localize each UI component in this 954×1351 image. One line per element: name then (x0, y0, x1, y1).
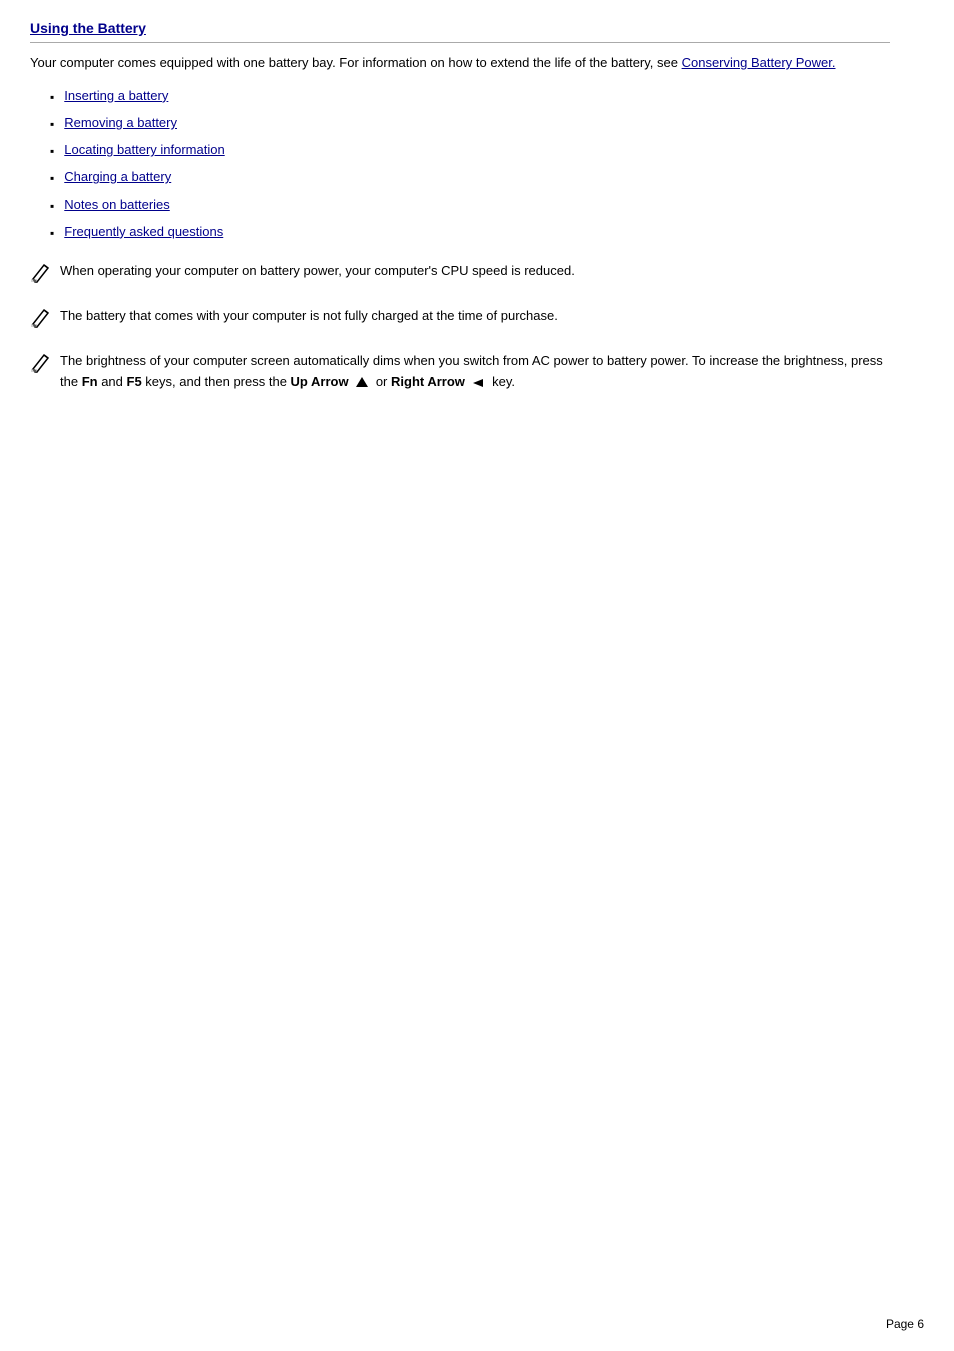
removing-battery-link[interactable]: Removing a battery (64, 115, 177, 130)
list-item: Inserting a battery (50, 88, 890, 107)
conserving-battery-link[interactable]: Conserving Battery Power. (682, 55, 836, 70)
page-content: Using the Battery Your computer comes eq… (0, 0, 920, 449)
note-3: The brightness of your computer screen a… (30, 351, 890, 393)
notes-batteries-link[interactable]: Notes on batteries (64, 197, 170, 212)
page-title: Using the Battery (30, 20, 890, 43)
inserting-battery-link[interactable]: Inserting a battery (64, 88, 168, 103)
note-text-2: The battery that comes with your compute… (60, 306, 558, 327)
charging-battery-link[interactable]: Charging a battery (64, 169, 171, 184)
list-item: Frequently asked questions (50, 224, 890, 243)
note-icon-3 (30, 351, 52, 380)
page-number: Page 6 (886, 1317, 924, 1331)
intro-text: Your computer comes equipped with one ba… (30, 55, 678, 70)
list-item: Notes on batteries (50, 197, 890, 216)
note-2: The battery that comes with your compute… (30, 306, 890, 335)
note-1: When operating your computer on battery … (30, 261, 890, 290)
note-icon-1 (30, 261, 52, 290)
note-text-1: When operating your computer on battery … (60, 261, 575, 282)
right-arrow-icon (471, 375, 487, 391)
list-item: Locating battery information (50, 142, 890, 161)
list-item: Removing a battery (50, 115, 890, 134)
list-item: Charging a battery (50, 169, 890, 188)
note-icon-2 (30, 306, 52, 335)
up-arrow-icon (354, 375, 370, 391)
locating-battery-link[interactable]: Locating battery information (64, 142, 224, 157)
intro-paragraph: Your computer comes equipped with one ba… (30, 53, 890, 74)
topic-list: Inserting a battery Removing a battery L… (50, 88, 890, 243)
note-text-3: The brightness of your computer screen a… (60, 351, 890, 393)
faq-link[interactable]: Frequently asked questions (64, 224, 223, 239)
